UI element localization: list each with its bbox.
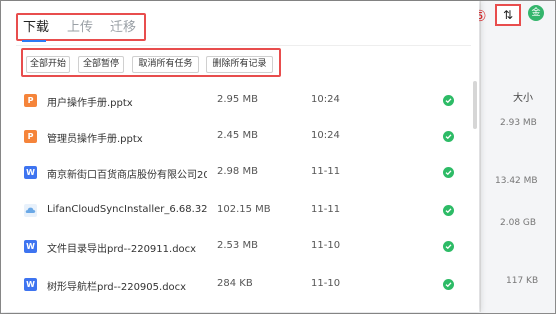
- file-time: 11-11: [311, 166, 341, 177]
- size-cell: 117 KB: [506, 276, 539, 286]
- check-circle-icon: [443, 279, 454, 290]
- file-name: 用户操作手册.pptx: [47, 98, 133, 109]
- active-tab-indicator: [22, 40, 46, 42]
- divider: [480, 1, 481, 312]
- list-item[interactable]: W 南京新街口百货商店股份有限公司202... 2.98 MB 11-11: [1, 155, 479, 191]
- tab-upload[interactable]: 上传: [67, 20, 93, 36]
- file-size: 102.15 MB: [217, 204, 271, 215]
- word-file-icon: W: [24, 240, 37, 253]
- delete-all-records-button[interactable]: 删除所有记录: [206, 56, 273, 73]
- file-name: 树形导航栏prd--220905.docx: [47, 282, 187, 293]
- list-item[interactable]: P 管理员操作手册.pptx 2.45 MB 10:24: [1, 119, 479, 155]
- check-circle-icon: [443, 95, 454, 106]
- ppt-file-icon: P: [24, 94, 37, 107]
- size-cell: 2.08 GB: [500, 218, 537, 228]
- list-item[interactable]: W 文件目录导出prd--220911.docx 2.53 MB 11-10: [1, 229, 479, 265]
- file-name: 文件目录导出prd--220911.docx: [47, 244, 197, 255]
- background-file-list: [480, 1, 554, 312]
- word-file-icon: W: [24, 278, 37, 291]
- file-size: 2.53 MB: [217, 240, 258, 251]
- transfer-panel: 下载 上传 迁移 全部开始 全部暂停 取消所有任务 删除所有记录 P 用户操作手…: [1, 1, 479, 312]
- size-cell: 13.42 MB: [495, 176, 538, 186]
- cancel-all-button[interactable]: 取消所有任务: [132, 56, 199, 73]
- file-name: 南京新街口百货商店股份有限公司202...: [47, 170, 207, 181]
- size-column-header[interactable]: 大小: [513, 89, 533, 104]
- avatar[interactable]: 金: [528, 5, 544, 21]
- file-time: 10:24: [311, 94, 340, 105]
- tab-download[interactable]: 下载: [23, 20, 49, 36]
- file-name: 管理员操作手册.pptx: [47, 134, 143, 145]
- check-circle-icon: [443, 241, 454, 252]
- file-size: 284 KB: [217, 278, 253, 289]
- pause-all-button[interactable]: 全部暂停: [78, 56, 124, 73]
- divider: [16, 45, 471, 46]
- file-time: 11-10: [311, 278, 341, 289]
- ppt-file-icon: P: [24, 130, 37, 143]
- file-time: 11-10: [311, 240, 341, 251]
- file-name: LifanCloudSyncInstaller_6.68.325.exe: [47, 204, 207, 215]
- file-size: 2.98 MB: [217, 166, 258, 177]
- file-size: 2.95 MB: [217, 94, 258, 105]
- tab-migrate[interactable]: 迁移: [110, 20, 136, 36]
- start-all-button[interactable]: 全部开始: [26, 56, 70, 73]
- transfer-list-button[interactable]: ⇅: [495, 4, 521, 26]
- cloud-installer-icon: [24, 204, 37, 217]
- check-circle-icon: [443, 167, 454, 178]
- file-time: 10:24: [311, 130, 340, 141]
- check-circle-icon: [443, 205, 454, 216]
- size-cell: 2.93 MB: [500, 118, 537, 128]
- list-item[interactable]: LifanCloudSyncInstaller_6.68.325.exe 102…: [1, 193, 479, 229]
- list-item[interactable]: W 树形导航栏prd--220905.docx 284 KB 11-10: [1, 267, 479, 303]
- list-item[interactable]: P 用户操作手册.pptx 2.95 MB 10:24: [1, 83, 479, 119]
- scrollbar[interactable]: [473, 81, 477, 129]
- word-file-icon: W: [24, 166, 37, 179]
- check-circle-icon: [443, 131, 454, 142]
- file-time: 11-11: [311, 204, 341, 215]
- file-size: 2.45 MB: [217, 130, 258, 141]
